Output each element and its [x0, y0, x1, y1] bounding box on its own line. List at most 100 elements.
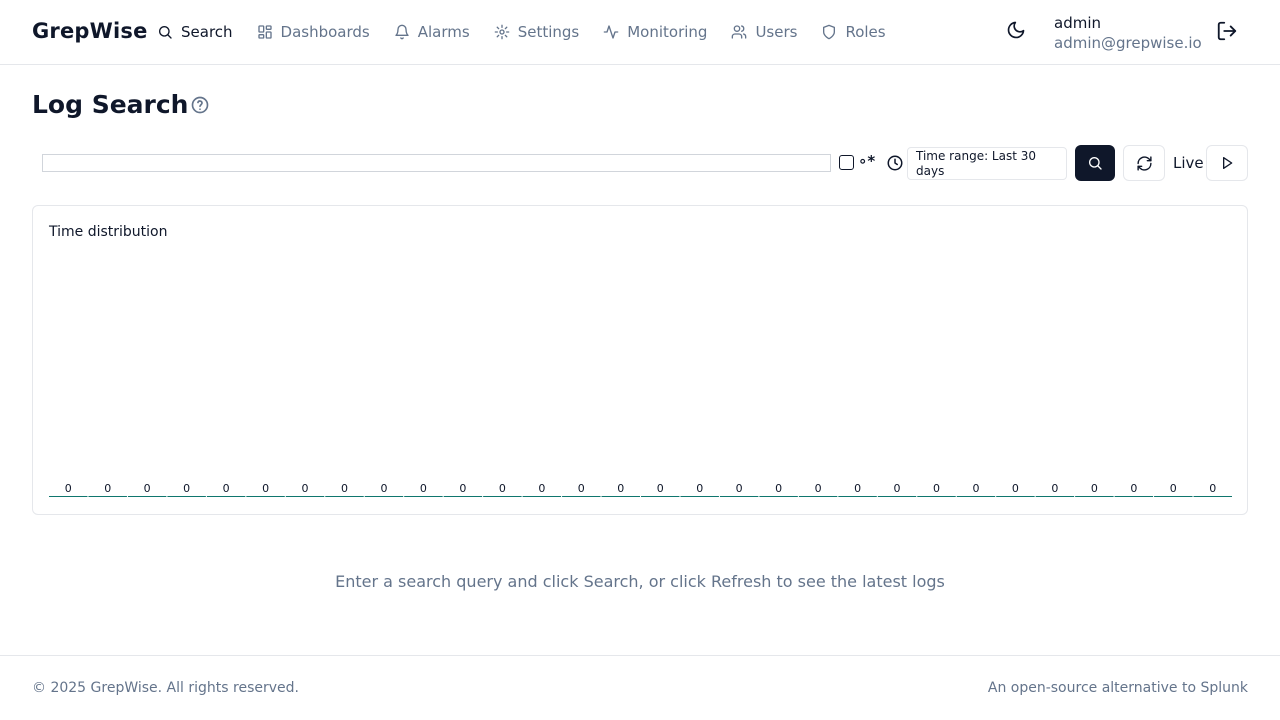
nav-search-label: Search	[181, 23, 233, 41]
top-header: GrepWise Search Dashboards Alarms Settin…	[0, 0, 1280, 65]
histogram-bar-label: 0	[499, 482, 506, 495]
histogram-bar-label: 0	[972, 482, 979, 495]
gear-icon	[494, 24, 510, 40]
histogram-bar[interactable]	[443, 496, 483, 497]
histogram-bar[interactable]	[1154, 496, 1193, 497]
histogram-bar[interactable]	[877, 496, 917, 497]
histogram-bar-label: 0	[302, 482, 309, 495]
histogram-bar[interactable]	[522, 496, 562, 497]
histogram-bar[interactable]	[206, 496, 246, 497]
nav-alarms[interactable]: Alarms	[394, 22, 470, 42]
histogram-bar[interactable]	[325, 496, 364, 497]
histogram-bar[interactable]	[285, 496, 325, 497]
histogram-bar-label: 0	[341, 482, 348, 495]
histogram-bar[interactable]	[719, 496, 759, 497]
histogram-bar[interactable]	[996, 496, 1035, 497]
footer: © 2025 GrepWise. All rights reserved. An…	[0, 655, 1280, 720]
histogram-bar[interactable]	[798, 496, 838, 497]
histogram-bar-label: 0	[1170, 482, 1177, 495]
help-circle-icon	[191, 96, 209, 114]
histogram-bar[interactable]	[404, 496, 443, 497]
histogram-bar[interactable]	[1075, 496, 1114, 497]
histogram-bar-label: 0	[894, 482, 901, 495]
histogram-bar[interactable]	[49, 496, 88, 497]
refresh-button[interactable]	[1123, 145, 1165, 181]
histogram-bar-label: 0	[617, 482, 624, 495]
histogram-bar[interactable]	[88, 496, 127, 497]
histogram-bar[interactable]	[246, 496, 285, 497]
nav-settings-label: Settings	[517, 23, 580, 41]
histogram-bar[interactable]	[680, 496, 719, 497]
histogram-bar-label: 0	[65, 482, 72, 495]
search-icon	[159, 26, 172, 39]
users-icon	[732, 25, 747, 39]
histogram-bar[interactable]	[1035, 496, 1075, 497]
nav-settings[interactable]: Settings	[494, 22, 580, 42]
histogram-bar-label: 0	[380, 482, 387, 495]
refresh-icon	[1136, 155, 1152, 171]
histogram-bar[interactable]	[1114, 496, 1154, 497]
histogram-bar-label: 0	[144, 482, 151, 495]
histogram-bar-label: 0	[1130, 482, 1137, 495]
histogram-bar[interactable]	[127, 496, 167, 497]
card-title: Time distribution	[49, 224, 168, 240]
histogram-bar[interactable]	[641, 496, 680, 497]
activity-icon	[603, 25, 619, 39]
page-title: Log Search	[32, 90, 189, 119]
help-button[interactable]	[190, 95, 210, 115]
histogram-bar-label: 0	[1012, 482, 1019, 495]
logout-button[interactable]	[1216, 20, 1240, 44]
time-range-selector[interactable]: Time range: Last 30 days	[907, 147, 1067, 180]
theme-toggle-button[interactable]	[1006, 20, 1030, 44]
histogram-bar-label: 0	[1051, 482, 1058, 495]
histogram-bar[interactable]	[601, 496, 640, 497]
histogram-bar-label: 0	[420, 482, 427, 495]
nav-search[interactable]: Search	[157, 22, 233, 42]
regex-checkbox[interactable]	[839, 155, 854, 170]
histogram-bar-label: 0	[183, 482, 190, 495]
histogram-bar-label: 0	[657, 482, 664, 495]
histogram-bar[interactable]	[759, 496, 798, 497]
histogram-bar-label: 0	[933, 482, 940, 495]
histogram-bar-label: 0	[104, 482, 111, 495]
histogram-bar-label: 0	[538, 482, 545, 495]
moon-icon	[1007, 21, 1025, 39]
regex-icon: ∘*	[858, 152, 876, 170]
search-button[interactable]	[1075, 145, 1115, 181]
nav-monitoring[interactable]: Monitoring	[603, 22, 707, 42]
histogram-bar[interactable]	[1193, 496, 1232, 497]
histogram-bar-label: 0	[1091, 482, 1098, 495]
play-icon	[1223, 157, 1233, 169]
histogram-chart: 0 0 0 0 0 0 0 0 0 0 0 0 0 0 0 0 0 0 0 0 0 0 0 0 0 0 0 0 0 0	[49, 482, 1232, 497]
nav-monitoring-label: Monitoring	[627, 23, 708, 41]
nav-users[interactable]: Users	[731, 22, 797, 42]
histogram-bar[interactable]	[956, 496, 996, 497]
dashboard-grid-icon	[257, 25, 272, 39]
histogram-bar[interactable]	[562, 496, 601, 497]
histogram-bar-label: 0	[223, 482, 230, 495]
user-name: admin	[1054, 14, 1101, 32]
histogram-bar-label: 0	[459, 482, 466, 495]
histogram-bar-label: 0	[1209, 482, 1216, 495]
brand-logo[interactable]: GrepWise	[32, 19, 148, 43]
search-query-input[interactable]	[42, 154, 831, 172]
nav-dashboards-label: Dashboards	[280, 23, 370, 41]
histogram-bar[interactable]	[364, 496, 404, 497]
shield-icon	[823, 24, 836, 40]
footer-tagline: An open-source alternative to Splunk	[987, 680, 1248, 696]
user-info: admin admin@grepwise.io	[1054, 13, 1202, 53]
nav-dashboards[interactable]: Dashboards	[257, 22, 370, 42]
main-nav: Search Dashboards Alarms Settings Monito…	[157, 22, 910, 42]
search-icon	[1089, 157, 1102, 170]
live-play-button[interactable]	[1206, 145, 1248, 181]
histogram-bar-label: 0	[815, 482, 822, 495]
histogram-bar-label: 0	[736, 482, 743, 495]
histogram-bar[interactable]	[838, 496, 877, 497]
histogram-bar-label: 0	[775, 482, 782, 495]
histogram-bar-label: 0	[578, 482, 585, 495]
histogram-bar[interactable]	[917, 496, 956, 497]
histogram-bar[interactable]	[167, 496, 206, 497]
nav-roles[interactable]: Roles	[821, 22, 886, 42]
histogram-bar-label: 0	[854, 482, 861, 495]
histogram-bar[interactable]	[483, 496, 522, 497]
